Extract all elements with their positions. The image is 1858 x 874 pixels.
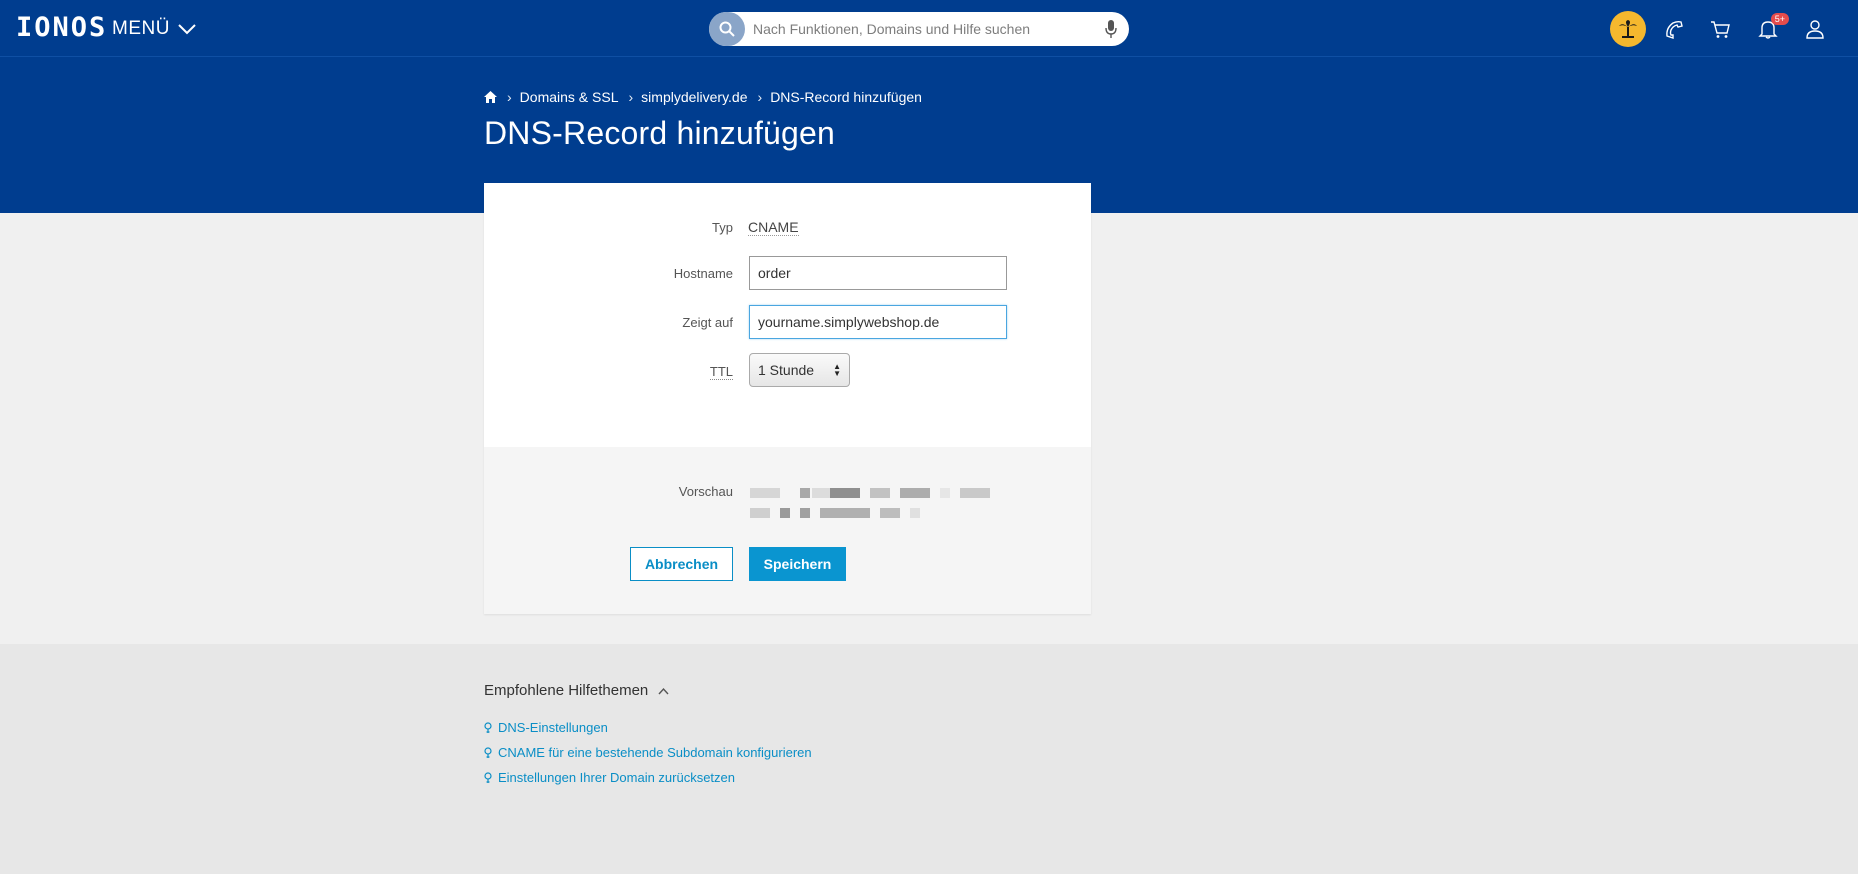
cancel-button[interactable]: Abbrechen bbox=[630, 547, 733, 581]
phone-button[interactable] bbox=[1657, 12, 1691, 46]
help-link-cname-subdomain[interactable]: CNAME für eine bestehende Subdomain konf… bbox=[484, 745, 812, 760]
ttl-selected-value: 1 Stunde bbox=[758, 362, 815, 378]
ionos-logo[interactable]: IONOS bbox=[16, 12, 107, 43]
search-icon bbox=[719, 21, 735, 37]
lightbulb-icon bbox=[484, 771, 492, 783]
type-label: Typ bbox=[712, 220, 733, 235]
notifications-button[interactable]: 5+ bbox=[1751, 12, 1789, 46]
help-topics-title: Empfohlene Hilfethemen bbox=[484, 682, 649, 699]
points-to-input[interactable] bbox=[749, 305, 1007, 339]
menu-label: MENÜ bbox=[112, 18, 170, 39]
top-navigation-bar: IONOS MENÜ 5+ bbox=[0, 0, 1858, 57]
chevron-up-icon bbox=[658, 687, 669, 694]
microphone-icon[interactable] bbox=[1105, 20, 1117, 38]
menu-button[interactable]: MENÜ bbox=[112, 18, 196, 40]
search-button[interactable] bbox=[709, 12, 745, 46]
help-link-label: DNS-Einstellungen bbox=[498, 720, 608, 735]
card-footer bbox=[484, 447, 1091, 614]
home-icon[interactable] bbox=[484, 91, 497, 103]
breadcrumb-domains-ssl[interactable]: Domains & SSL bbox=[520, 89, 619, 105]
help-topics-toggle[interactable]: Empfohlene Hilfethemen bbox=[484, 682, 669, 699]
help-link-reset-domain[interactable]: Einstellungen Ihrer Domain zurücksetzen bbox=[484, 770, 735, 785]
cart-button[interactable] bbox=[1703, 12, 1737, 46]
ttl-select[interactable]: 1 Stunde ▲ ▼ bbox=[749, 353, 850, 387]
chevron-right-icon: › bbox=[507, 89, 512, 105]
breadcrumb-domain[interactable]: simplydelivery.de bbox=[641, 89, 747, 105]
search-bar bbox=[709, 12, 1129, 46]
search-input[interactable] bbox=[753, 12, 1073, 46]
breadcrumb: › Domains & SSL › simplydelivery.de › DN… bbox=[484, 89, 922, 105]
breadcrumb-current: DNS-Record hinzufügen bbox=[770, 89, 922, 105]
cart-icon bbox=[1711, 21, 1730, 38]
hostname-input[interactable] bbox=[749, 256, 1007, 290]
select-arrows-icon: ▲ ▼ bbox=[833, 362, 841, 378]
lightbulb-icon bbox=[484, 746, 492, 758]
help-link-label: Einstellungen Ihrer Domain zurücksetzen bbox=[498, 770, 736, 785]
user-icon bbox=[1806, 20, 1824, 39]
chevron-right-icon: › bbox=[628, 89, 634, 105]
contract-avatar[interactable] bbox=[1610, 11, 1646, 47]
points-to-label: Zeigt auf bbox=[682, 315, 733, 330]
phone-icon bbox=[1666, 20, 1683, 39]
hostname-label: Hostname bbox=[673, 266, 733, 281]
ttl-label: TTL bbox=[709, 364, 733, 380]
save-button[interactable]: Speichern bbox=[749, 547, 846, 581]
type-value: CNAME bbox=[748, 219, 799, 236]
help-link-dns-settings[interactable]: DNS-Einstellungen bbox=[484, 720, 608, 735]
chevron-right-icon: › bbox=[757, 89, 763, 105]
lightbulb-icon bbox=[484, 721, 492, 733]
preview-label: Vorschau bbox=[678, 484, 733, 499]
notification-badge: 5+ bbox=[1770, 13, 1789, 25]
dns-record-form-card: Typ CNAME Hostname Zeigt auf TTL 1 Stund… bbox=[484, 183, 1091, 614]
chevron-down-icon bbox=[178, 24, 196, 35]
page-title: DNS-Record hinzufügen bbox=[484, 115, 836, 151]
account-button[interactable] bbox=[1798, 12, 1832, 46]
help-link-label: CNAME für eine bestehende Subdomain konf… bbox=[498, 745, 812, 760]
palm-tree-icon bbox=[1619, 20, 1637, 38]
